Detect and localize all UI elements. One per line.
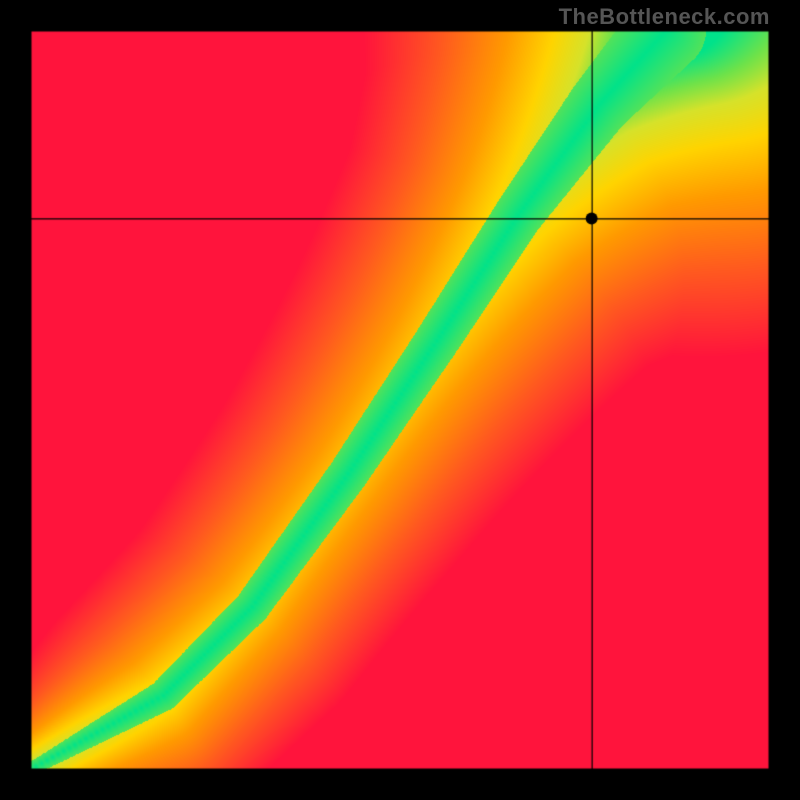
watermark-text: TheBottleneck.com [559, 4, 770, 30]
heatmap-plot [30, 30, 770, 770]
heatmap-canvas [30, 30, 770, 770]
chart-container: TheBottleneck.com [0, 0, 800, 800]
